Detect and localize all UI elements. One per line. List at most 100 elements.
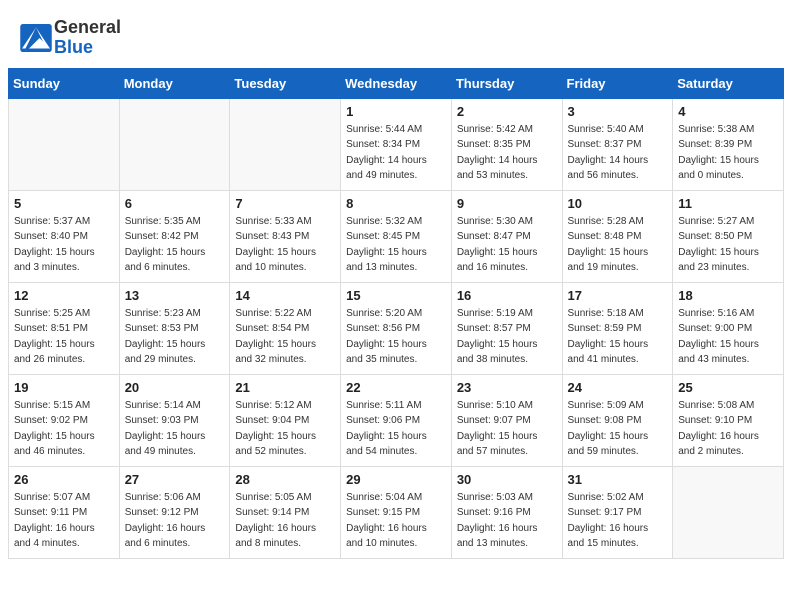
calendar-day-header: Friday bbox=[562, 68, 673, 98]
logo-icon bbox=[20, 24, 52, 52]
day-number: 14 bbox=[235, 288, 335, 303]
calendar-cell bbox=[119, 98, 230, 190]
day-number: 10 bbox=[568, 196, 668, 211]
day-info: Sunrise: 5:25 AM Sunset: 8:51 PM Dayligh… bbox=[14, 306, 114, 368]
day-info: Sunrise: 5:35 AM Sunset: 8:42 PM Dayligh… bbox=[125, 214, 225, 276]
calendar-cell bbox=[230, 98, 341, 190]
day-info: Sunrise: 5:28 AM Sunset: 8:48 PM Dayligh… bbox=[568, 214, 668, 276]
day-info: Sunrise: 5:37 AM Sunset: 8:40 PM Dayligh… bbox=[14, 214, 114, 276]
day-info: Sunrise: 5:30 AM Sunset: 8:47 PM Dayligh… bbox=[457, 214, 557, 276]
day-number: 1 bbox=[346, 104, 446, 119]
day-number: 23 bbox=[457, 380, 557, 395]
calendar-cell: 29Sunrise: 5:04 AM Sunset: 9:15 PM Dayli… bbox=[341, 466, 452, 558]
day-info: Sunrise: 5:11 AM Sunset: 9:06 PM Dayligh… bbox=[346, 398, 446, 460]
calendar-cell: 13 Sunrise: 5:23 AM Sunset: 8:53 PM Dayli… bbox=[119, 282, 230, 374]
day-info: Sunrise: 5:19 AM Sunset: 8:57 PM Dayligh… bbox=[457, 306, 557, 368]
day-number: 13 bbox=[125, 288, 225, 303]
calendar-cell: 18Sunrise: 5:16 AM Sunset: 9:00 PM Dayli… bbox=[673, 282, 784, 374]
day-info: Sunrise: 5:08 AM Sunset: 9:10 PM Dayligh… bbox=[678, 398, 778, 460]
calendar-cell: 26 Sunrise: 5:07 AM Sunset: 9:11 PM Dayli… bbox=[9, 466, 120, 558]
calendar-cell: 4 Sunrise: 5:38 AM Sunset: 8:39 PM Daylig… bbox=[673, 98, 784, 190]
day-info: Sunrise: 5:05 AM Sunset: 9:14 PM Dayligh… bbox=[235, 490, 335, 552]
calendar-wrapper: SundayMondayTuesdayWednesdayThursdayFrid… bbox=[0, 68, 792, 567]
day-number: 12 bbox=[14, 288, 114, 303]
calendar-day-header: Thursday bbox=[451, 68, 562, 98]
calendar-header-row: SundayMondayTuesdayWednesdayThursdayFrid… bbox=[9, 68, 784, 98]
calendar-week-row: 5 Sunrise: 5:37 AM Sunset: 8:40 PM Daylig… bbox=[9, 190, 784, 282]
day-number: 9 bbox=[457, 196, 557, 211]
day-number: 28 bbox=[235, 472, 335, 487]
calendar-cell: 14Sunrise: 5:22 AM Sunset: 8:54 PM Dayli… bbox=[230, 282, 341, 374]
day-info: Sunrise: 5:18 AM Sunset: 8:59 PM Dayligh… bbox=[568, 306, 668, 368]
day-info: Sunrise: 5:20 AM Sunset: 8:56 PM Dayligh… bbox=[346, 306, 446, 368]
calendar-cell: 7 Sunrise: 5:33 AM Sunset: 8:43 PM Daylig… bbox=[230, 190, 341, 282]
calendar-week-row: 19Sunrise: 5:15 AM Sunset: 9:02 PM Dayli… bbox=[9, 374, 784, 466]
day-info: Sunrise: 5:33 AM Sunset: 8:43 PM Dayligh… bbox=[235, 214, 335, 276]
calendar-cell: 31 Sunrise: 5:02 AM Sunset: 9:17 PM Dayli… bbox=[562, 466, 673, 558]
day-info: Sunrise: 5:10 AM Sunset: 9:07 PM Dayligh… bbox=[457, 398, 557, 460]
day-info: Sunrise: 5:23 AM Sunset: 8:53 PM Dayligh… bbox=[125, 306, 225, 368]
day-info: Sunrise: 5:09 AM Sunset: 9:08 PM Dayligh… bbox=[568, 398, 668, 460]
calendar-cell: 9 Sunrise: 5:30 AM Sunset: 8:47 PM Daylig… bbox=[451, 190, 562, 282]
calendar-cell: 6 Sunrise: 5:35 AM Sunset: 8:42 PM Daylig… bbox=[119, 190, 230, 282]
calendar-day-header: Wednesday bbox=[341, 68, 452, 98]
day-number: 2 bbox=[457, 104, 557, 119]
calendar-cell: 5 Sunrise: 5:37 AM Sunset: 8:40 PM Daylig… bbox=[9, 190, 120, 282]
day-info: Sunrise: 5:27 AM Sunset: 8:50 PM Dayligh… bbox=[678, 214, 778, 276]
calendar-cell: 28 Sunrise: 5:05 AM Sunset: 9:14 PM Dayli… bbox=[230, 466, 341, 558]
calendar-week-row: 1 Sunrise: 5:44 AM Sunset: 8:34 PM Daylig… bbox=[9, 98, 784, 190]
day-number: 15 bbox=[346, 288, 446, 303]
day-number: 4 bbox=[678, 104, 778, 119]
calendar-cell: 1 Sunrise: 5:44 AM Sunset: 8:34 PM Daylig… bbox=[341, 98, 452, 190]
logo-general-text: General bbox=[54, 18, 121, 38]
calendar-day-header: Tuesday bbox=[230, 68, 341, 98]
calendar-cell: 12 Sunrise: 5:25 AM Sunset: 8:51 PM Dayli… bbox=[9, 282, 120, 374]
day-number: 26 bbox=[14, 472, 114, 487]
day-info: Sunrise: 5:14 AM Sunset: 9:03 PM Dayligh… bbox=[125, 398, 225, 460]
day-info: Sunrise: 5:06 AM Sunset: 9:12 PM Dayligh… bbox=[125, 490, 225, 552]
day-number: 17 bbox=[568, 288, 668, 303]
calendar-cell bbox=[673, 466, 784, 558]
day-number: 27 bbox=[125, 472, 225, 487]
calendar-cell: 19Sunrise: 5:15 AM Sunset: 9:02 PM Dayli… bbox=[9, 374, 120, 466]
logo-blue-text: Blue bbox=[54, 38, 121, 58]
day-number: 24 bbox=[568, 380, 668, 395]
calendar-cell: 2 Sunrise: 5:42 AM Sunset: 8:35 PM Daylig… bbox=[451, 98, 562, 190]
calendar-day-header: Saturday bbox=[673, 68, 784, 98]
day-info: Sunrise: 5:44 AM Sunset: 8:34 PM Dayligh… bbox=[346, 122, 446, 184]
day-info: Sunrise: 5:04 AM Sunset: 9:15 PM Dayligh… bbox=[346, 490, 446, 552]
calendar-cell: 16 Sunrise: 5:19 AM Sunset: 8:57 PM Dayli… bbox=[451, 282, 562, 374]
day-info: Sunrise: 5:15 AM Sunset: 9:02 PM Dayligh… bbox=[14, 398, 114, 460]
day-info: Sunrise: 5:40 AM Sunset: 8:37 PM Dayligh… bbox=[568, 122, 668, 184]
calendar-cell bbox=[9, 98, 120, 190]
calendar-week-row: 26 Sunrise: 5:07 AM Sunset: 9:11 PM Dayli… bbox=[9, 466, 784, 558]
day-number: 11 bbox=[678, 196, 778, 211]
day-info: Sunrise: 5:12 AM Sunset: 9:04 PM Dayligh… bbox=[235, 398, 335, 460]
day-number: 8 bbox=[346, 196, 446, 211]
day-number: 16 bbox=[457, 288, 557, 303]
calendar-day-header: Sunday bbox=[9, 68, 120, 98]
calendar-day-header: Monday bbox=[119, 68, 230, 98]
calendar-cell: 8 Sunrise: 5:32 AM Sunset: 8:45 PM Daylig… bbox=[341, 190, 452, 282]
day-number: 5 bbox=[14, 196, 114, 211]
calendar-cell: 25 Sunrise: 5:08 AM Sunset: 9:10 PM Dayli… bbox=[673, 374, 784, 466]
day-info: Sunrise: 5:32 AM Sunset: 8:45 PM Dayligh… bbox=[346, 214, 446, 276]
day-info: Sunrise: 5:38 AM Sunset: 8:39 PM Dayligh… bbox=[678, 122, 778, 184]
calendar-cell: 30Sunrise: 5:03 AM Sunset: 9:16 PM Dayli… bbox=[451, 466, 562, 558]
day-number: 25 bbox=[678, 380, 778, 395]
day-number: 22 bbox=[346, 380, 446, 395]
day-info: Sunrise: 5:07 AM Sunset: 9:11 PM Dayligh… bbox=[14, 490, 114, 552]
day-number: 6 bbox=[125, 196, 225, 211]
day-info: Sunrise: 5:02 AM Sunset: 9:17 PM Dayligh… bbox=[568, 490, 668, 552]
day-number: 31 bbox=[568, 472, 668, 487]
calendar-cell: 21Sunrise: 5:12 AM Sunset: 9:04 PM Dayli… bbox=[230, 374, 341, 466]
day-number: 30 bbox=[457, 472, 557, 487]
day-info: Sunrise: 5:42 AM Sunset: 8:35 PM Dayligh… bbox=[457, 122, 557, 184]
day-number: 7 bbox=[235, 196, 335, 211]
calendar-cell: 3Sunrise: 5:40 AM Sunset: 8:37 PM Daylig… bbox=[562, 98, 673, 190]
calendar-cell: 11 Sunrise: 5:27 AM Sunset: 8:50 PM Dayli… bbox=[673, 190, 784, 282]
calendar-week-row: 12 Sunrise: 5:25 AM Sunset: 8:51 PM Dayli… bbox=[9, 282, 784, 374]
calendar-cell: 24 Sunrise: 5:09 AM Sunset: 9:08 PM Dayli… bbox=[562, 374, 673, 466]
calendar-cell: 22 Sunrise: 5:11 AM Sunset: 9:06 PM Dayli… bbox=[341, 374, 452, 466]
day-info: Sunrise: 5:16 AM Sunset: 9:00 PM Dayligh… bbox=[678, 306, 778, 368]
